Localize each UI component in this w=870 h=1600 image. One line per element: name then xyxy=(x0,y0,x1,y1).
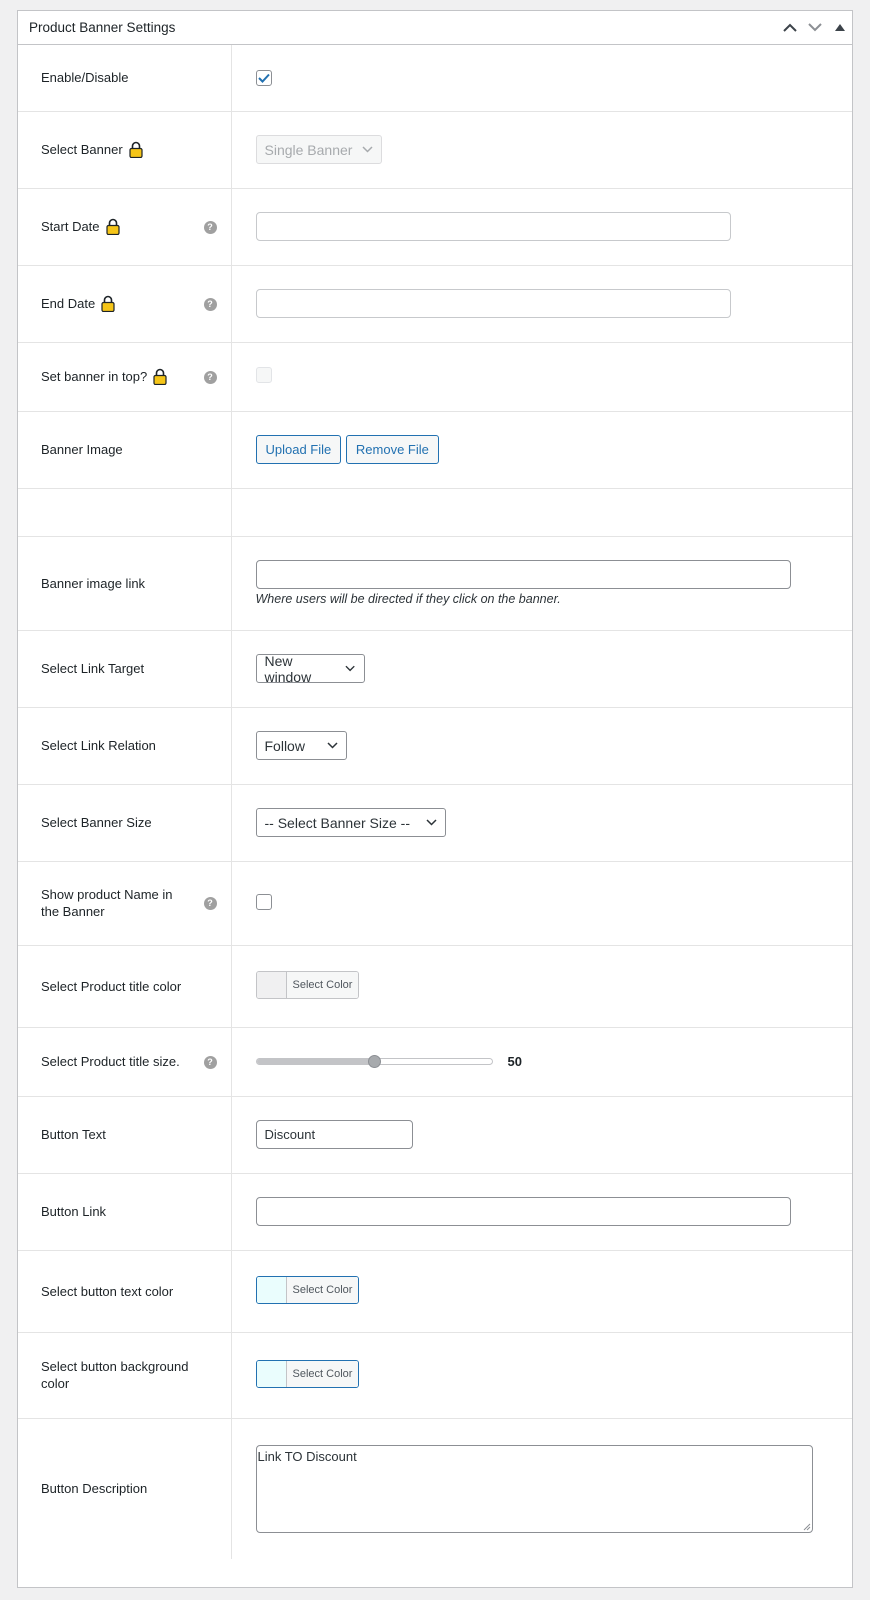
row-enable: Enable/Disable xyxy=(18,45,852,112)
link-target-label: Select Link Target xyxy=(41,661,145,676)
product-banner-settings-panel: Product Banner Settings Enable/Disable S… xyxy=(17,10,853,1588)
button-bg-color-label: Select button background color xyxy=(41,1359,189,1391)
title-size-slider-fill xyxy=(256,1059,374,1064)
row-end-date: End Date ? xyxy=(18,265,852,343)
row-link-relation: Select Link Relation Follow xyxy=(18,707,852,785)
lock-icon xyxy=(129,141,143,158)
link-relation-dropdown[interactable]: Follow xyxy=(255,731,347,760)
banner-size-value: -- Select Banner Size -- xyxy=(264,814,411,831)
button-text-label: Button Text xyxy=(41,1127,106,1142)
resize-grip-icon[interactable] xyxy=(803,1523,811,1531)
banner-image-label: Banner Image xyxy=(41,442,123,457)
title-size-value: 50 xyxy=(507,1054,522,1069)
show-name-checkbox[interactable] xyxy=(255,893,272,910)
triangle-up-icon[interactable] xyxy=(827,11,852,44)
button-text-color-swatch xyxy=(256,1277,287,1303)
row-title-color: Select Product title color Select Color xyxy=(18,945,852,1028)
row-banner-image: Banner Image Upload File Remove File xyxy=(18,411,852,489)
chevron-up-icon[interactable] xyxy=(777,11,802,44)
select-banner-value: Single Banner xyxy=(264,141,353,158)
banner-size-dropdown[interactable]: -- Select Banner Size -- xyxy=(255,808,446,837)
title-color-picker[interactable]: Select Color xyxy=(255,971,360,999)
row-banner-link: Banner image link Where users will be di… xyxy=(18,536,852,631)
title-size-label: Select Product title size. xyxy=(41,1054,180,1069)
banner-top-checkbox[interactable] xyxy=(255,367,272,383)
start-date-label: Start Date xyxy=(41,219,100,234)
button-bg-color-button-label: Select Color xyxy=(286,1361,359,1387)
title-size-slider-group: 50 xyxy=(255,1054,829,1069)
enable-checkbox[interactable] xyxy=(255,69,272,86)
link-target-value: New window xyxy=(264,652,312,685)
banner-size-label: Select Banner Size xyxy=(41,815,152,830)
row-banner-top: Set banner in top? ? xyxy=(18,342,852,412)
end-date-label: End Date xyxy=(41,296,96,311)
panel-header: Product Banner Settings xyxy=(18,11,852,45)
row-link-target: Select Link Target New window xyxy=(18,630,852,708)
row-button-text: Button Text Discount xyxy=(18,1096,852,1174)
select-banner-dropdown[interactable]: Single Banner xyxy=(255,135,382,164)
start-date-input[interactable] xyxy=(255,212,731,241)
link-relation-label: Select Link Relation xyxy=(41,738,156,753)
button-link-input[interactable] xyxy=(255,1197,791,1226)
row-banner-size: Select Banner Size -- Select Banner Size… xyxy=(18,784,852,862)
banner-link-label: Banner image link xyxy=(41,575,146,591)
panel-title: Product Banner Settings xyxy=(29,20,176,35)
settings-form-table: Enable/Disable Select Banner Single Bann… xyxy=(18,45,852,1559)
row-empty xyxy=(18,488,852,537)
button-text-color-label: Select button text color xyxy=(41,1283,174,1299)
link-relation-value: Follow xyxy=(264,737,305,754)
row-button-bg-color: Select button background color Select Co… xyxy=(18,1332,852,1419)
button-bg-color-picker[interactable]: Select Color xyxy=(255,1360,360,1388)
checkmark-icon xyxy=(257,73,270,83)
lock-icon xyxy=(105,218,120,235)
banner-link-description: Where users will be directed if they cli… xyxy=(255,592,561,606)
chevron-down-icon xyxy=(326,742,338,749)
title-size-slider[interactable] xyxy=(255,1054,493,1068)
link-target-dropdown[interactable]: New window xyxy=(255,652,365,685)
help-icon[interactable]: ? xyxy=(203,220,217,234)
chevron-down-icon xyxy=(361,146,373,153)
help-icon[interactable]: ? xyxy=(203,297,217,311)
row-start-date: Start Date ? xyxy=(18,188,852,266)
title-color-label: Select Product title color xyxy=(41,978,182,994)
show-name-label: Show product Name in the Banner xyxy=(41,887,173,919)
button-description-textarea[interactable]: Link TO Discount xyxy=(255,1444,813,1533)
row-title-size: Select Product title size. ? 50 xyxy=(18,1027,852,1097)
lock-icon xyxy=(101,295,115,312)
button-text-color-button-label: Select Color xyxy=(286,1277,359,1303)
title-color-button-label: Select Color xyxy=(286,972,359,998)
row-button-description: Button Description Link TO Discount xyxy=(18,1418,852,1559)
help-icon[interactable]: ? xyxy=(203,897,217,910)
button-text-color-picker[interactable]: Select Color xyxy=(255,1276,360,1304)
panel-handle-actions xyxy=(777,11,852,44)
button-link-label: Button Link xyxy=(41,1204,107,1219)
end-date-input[interactable] xyxy=(255,289,731,318)
chevron-down-icon xyxy=(425,819,437,826)
chevron-down-icon xyxy=(345,665,356,672)
banner-top-label: Set banner in top? xyxy=(41,369,148,384)
select-banner-label: Select Banner xyxy=(41,142,123,157)
help-icon[interactable]: ? xyxy=(203,370,217,384)
button-description-value: Link TO Discount xyxy=(257,1448,357,1464)
row-button-link: Button Link xyxy=(18,1173,852,1251)
title-color-swatch xyxy=(256,972,287,998)
button-text-input[interactable]: Discount xyxy=(255,1120,413,1149)
row-button-text-color: Select button text color Select Color xyxy=(18,1250,852,1333)
remove-file-button[interactable]: Remove File xyxy=(345,435,439,464)
title-size-slider-thumb[interactable] xyxy=(368,1054,381,1068)
row-show-name: Show product Name in the Banner ? xyxy=(18,861,852,946)
upload-file-button[interactable]: Upload File xyxy=(255,435,342,464)
help-icon[interactable]: ? xyxy=(203,1055,217,1069)
banner-link-input[interactable] xyxy=(255,560,791,589)
enable-label: Enable/Disable xyxy=(41,70,129,86)
chevron-down-icon[interactable] xyxy=(802,11,827,44)
lock-icon xyxy=(153,368,167,385)
row-select-banner: Select Banner Single Banner xyxy=(18,111,852,189)
button-description-label: Button Description xyxy=(41,1481,148,1497)
button-bg-color-swatch xyxy=(256,1361,287,1387)
